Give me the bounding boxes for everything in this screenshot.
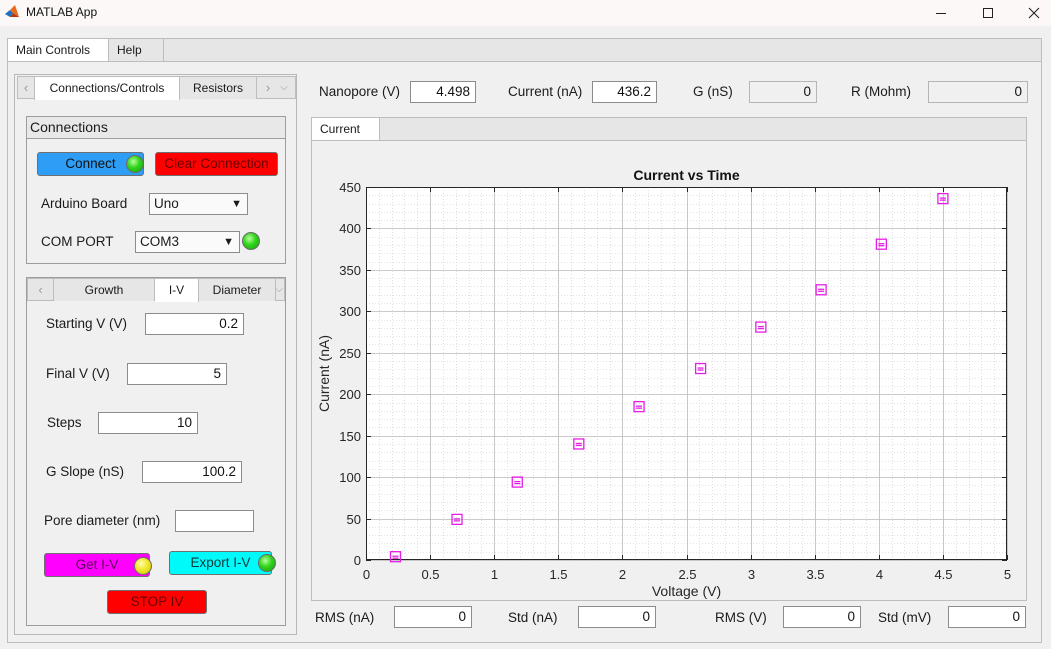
stop-iv-button[interactable]: STOP IV — [107, 590, 207, 614]
clear-connection-button[interactable]: Clear Connection — [155, 152, 278, 176]
g-slope-label: G Slope (nS) — [46, 464, 125, 479]
final-v-field[interactable]: 5 — [127, 363, 227, 385]
resistance-field[interactable]: 0 — [928, 81, 1028, 103]
std-mv-field[interactable]: 0 — [948, 606, 1026, 628]
close-icon — [1028, 7, 1040, 19]
window-title: MATLAB App — [26, 5, 98, 19]
rms-na-label: RMS (nA) — [315, 610, 375, 625]
tab-connections-controls[interactable]: Connections/Controls — [34, 77, 180, 100]
current-field[interactable]: 436.2 — [592, 81, 657, 103]
x-tick-label: 0.5 — [421, 567, 439, 582]
tab-scroll-left-icon[interactable]: ‹ — [18, 77, 34, 99]
y-tick-label: 250 — [339, 346, 361, 361]
y-tick-label: 300 — [339, 304, 361, 319]
rms-na-field[interactable]: 0 — [394, 606, 472, 628]
close-button[interactable] — [1011, 0, 1051, 26]
x-tick-label: 3.5 — [806, 567, 824, 582]
tab-diameter[interactable]: Diameter — [199, 279, 276, 301]
y-tick-label: 400 — [339, 221, 361, 236]
minimize-icon — [936, 13, 946, 14]
tab-growth[interactable]: Growth — [54, 279, 155, 301]
tab-iv[interactable]: I-V — [155, 279, 199, 302]
com-port-status-lamp — [242, 232, 260, 250]
x-tick-label: 2 — [619, 567, 626, 582]
x-tick-label: 0 — [363, 567, 370, 582]
y-tick-label: 50 — [347, 512, 361, 527]
x-tick-label: 1.5 — [549, 567, 567, 582]
y-tick-label: 200 — [339, 387, 361, 402]
x-tick-labels: 0 0.5 1 1.5 2 2.5 3 3.5 4 4.5 5 — [363, 567, 1011, 582]
com-port-dropdown[interactable]: COM3 ▼ — [135, 231, 240, 253]
main-tab-strip: Main Controls Help — [7, 38, 1042, 64]
x-tick-label: 5 — [1004, 567, 1011, 582]
plot-tab-strip: Current — [311, 117, 1027, 143]
steps-label: Steps — [47, 415, 82, 430]
starting-v-label: Starting V (V) — [46, 316, 128, 331]
chart-title: Current vs Time — [633, 167, 740, 183]
tab-scroll-right-icon[interactable]: › — [261, 77, 275, 99]
connection-status-lamp — [126, 155, 144, 173]
tab-menu-chevron-down-icon[interactable]: ⌵ — [276, 77, 292, 99]
starting-v-field[interactable]: 0.2 — [145, 313, 244, 335]
current-label: Current (nA) — [508, 84, 583, 99]
y-tick-label: 0 — [354, 553, 361, 568]
minimize-button[interactable] — [918, 0, 964, 26]
x-tick-label: 3 — [748, 567, 755, 582]
left-tab-strip: ‹ Connections/Controls Resistors › ⌵ — [17, 76, 296, 100]
arduino-board-label: Arduino Board — [41, 196, 128, 211]
maximize-button[interactable] — [965, 0, 1011, 26]
std-mv-label: Std (mV) — [878, 610, 932, 625]
tab-resistors[interactable]: Resistors — [180, 77, 257, 99]
pore-diameter-field[interactable] — [175, 510, 254, 532]
dropdown-arrow-icon: ▼ — [223, 236, 234, 248]
nanopore-label: Nanopore (V) — [319, 84, 401, 99]
y-tick-label: 150 — [339, 429, 361, 444]
matlab-icon — [5, 5, 19, 17]
iv-tab-strip: ‹ Growth I-V Diameter ⌵ — [27, 278, 285, 302]
y-tick-label: 100 — [339, 470, 361, 485]
x-axis-label: Voltage (V) — [652, 583, 721, 599]
final-v-label: Final V (V) — [46, 366, 110, 381]
tab-scroll-left-icon[interactable]: ‹ — [28, 279, 54, 301]
connections-title: Connections — [27, 117, 285, 139]
plot-area[interactable] — [366, 187, 1007, 560]
current-vs-time-chart[interactable]: 0 0.5 1 1.5 2 2.5 3 3.5 4 4.5 5 0 50 100 150 200 250 300… — [311, 140, 1027, 601]
arduino-board-dropdown[interactable]: Uno ▼ — [149, 193, 248, 215]
x-tick-label: 2.5 — [678, 567, 696, 582]
export-iv-status-lamp — [258, 554, 276, 572]
com-port-value: COM3 — [140, 234, 180, 249]
dropdown-arrow-icon: ▼ — [231, 198, 242, 210]
arduino-board-value: Uno — [154, 196, 179, 211]
y-tick-labels: 0 50 100 150 200 250 300 350 400 450 — [339, 180, 361, 568]
com-port-label: COM PORT — [41, 234, 114, 249]
x-tick-label: 4 — [876, 567, 883, 582]
x-tick-label: 4.5 — [934, 567, 952, 582]
get-iv-status-lamp — [134, 557, 152, 575]
y-tick-label: 350 — [339, 263, 361, 278]
conductance-field[interactable]: 0 — [749, 81, 817, 103]
y-tick-label: 450 — [339, 180, 361, 195]
pore-diameter-label: Pore diameter (nm) — [44, 513, 161, 528]
steps-field[interactable]: 10 — [98, 412, 198, 434]
std-na-label: Std (nA) — [508, 610, 558, 625]
g-slope-field[interactable]: 100.2 — [142, 461, 242, 483]
rms-v-field[interactable]: 0 — [783, 606, 861, 628]
title-bar: MATLAB App — [0, 0, 1051, 26]
rms-v-label: RMS (V) — [715, 610, 767, 625]
resistance-label: R (Mohm) — [851, 84, 911, 99]
conductance-label: G (nS) — [693, 84, 733, 99]
std-na-field[interactable]: 0 — [578, 606, 656, 628]
maximize-icon — [983, 8, 993, 18]
y-axis-label: Current (nA) — [316, 335, 332, 412]
tab-menu-chevron-down-icon[interactable]: ⌵ — [274, 279, 284, 301]
nanopore-voltage-field[interactable]: 4.498 — [410, 81, 476, 103]
tab-help[interactable]: Help — [109, 39, 164, 63]
x-tick-label: 1 — [491, 567, 498, 582]
export-iv-button[interactable]: Export I-V — [169, 551, 272, 575]
